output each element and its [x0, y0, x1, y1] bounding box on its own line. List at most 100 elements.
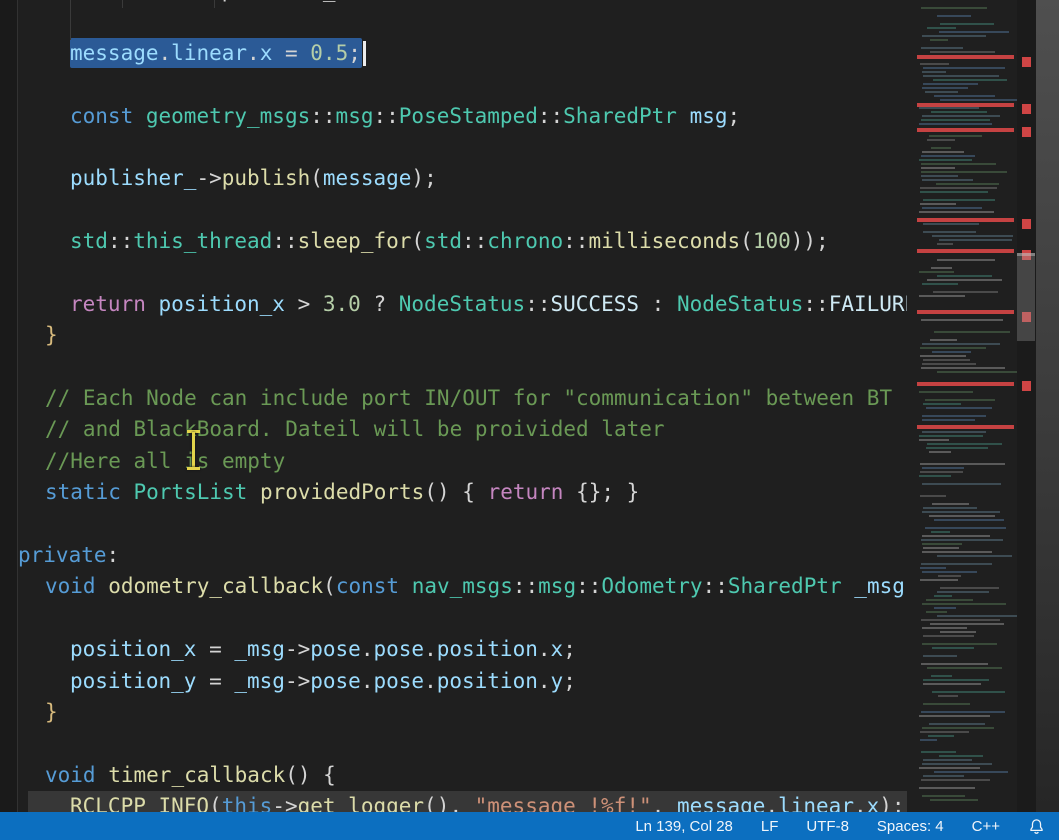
- code-line[interactable]: return position_x > 3.0 ? NodeStatus::SU…: [0, 289, 907, 320]
- scrollbar-thumb[interactable]: [1017, 253, 1035, 341]
- code-line[interactable]: [0, 6, 907, 37]
- minimap-line: [922, 551, 992, 553]
- minimap-line: [932, 647, 974, 649]
- minimap-line: [923, 83, 978, 85]
- minimap-line: [922, 627, 967, 629]
- code-line[interactable]: // Each Node can include port IN/OUT for…: [0, 383, 907, 414]
- code-token: std: [424, 229, 462, 253]
- status-cursor-position[interactable]: Ln 139, Col 28: [635, 818, 733, 835]
- error-mark: [1022, 219, 1031, 229]
- code-token: [96, 574, 109, 598]
- code-line[interactable]: // and BlackBoard. Dateil will be proivi…: [0, 414, 907, 445]
- code-token: ->: [196, 166, 221, 190]
- code-token: msg: [538, 574, 576, 598]
- code-token: linear: [171, 41, 247, 65]
- code-token: return: [488, 480, 564, 504]
- code-line[interactable]: }: [0, 320, 907, 351]
- code-token: PortsList: [134, 480, 248, 504]
- minimap-line: [922, 343, 1000, 345]
- code-line[interactable]: [0, 69, 907, 100]
- code-line[interactable]: position_y = _msg->pose.pose.position.y;: [0, 666, 907, 697]
- code-token: private: [18, 543, 107, 567]
- minimap-error-line: [917, 55, 1014, 59]
- minimap-line: [940, 631, 976, 633]
- code-token: ::: [513, 574, 538, 598]
- code-line[interactable]: [0, 195, 907, 226]
- code-line[interactable]: }: [0, 697, 907, 728]
- code-token: {}; }: [563, 480, 639, 504]
- minimap-line: [923, 199, 995, 201]
- code-token: =: [196, 669, 234, 693]
- code-line[interactable]: private:: [0, 540, 907, 571]
- code-token: 100: [753, 229, 791, 253]
- minimap-line: [923, 67, 1005, 69]
- code-line[interactable]: void timer_callback() {: [0, 760, 907, 791]
- code-token: ::: [803, 292, 828, 316]
- code-token: ::: [462, 229, 487, 253]
- code-token: () {: [424, 480, 487, 504]
- code-token: ::: [525, 292, 550, 316]
- minimap-line: [923, 403, 961, 405]
- minimap-line: [927, 443, 1002, 445]
- minimap-line: [929, 451, 951, 453]
- code-line[interactable]: [0, 258, 907, 289]
- code-token: .: [538, 637, 551, 661]
- status-eol[interactable]: LF: [761, 818, 779, 835]
- code-line[interactable]: std::this_thread::sleep_for(std::chrono:…: [0, 226, 907, 257]
- code-line[interactable]: [0, 603, 907, 634]
- minimap-line: [937, 259, 995, 261]
- minimap-line: [937, 243, 953, 245]
- minimap-line: [930, 39, 948, 41]
- code-line[interactable]: const geometry_msgs::msg::PoseStamped::S…: [0, 101, 907, 132]
- code-token: .: [424, 637, 437, 661]
- status-indentation[interactable]: Spaces: 4: [877, 818, 944, 835]
- code-line[interactable]: [0, 352, 907, 383]
- minimap-line: [937, 371, 1017, 373]
- code-line[interactable]: message.linear.x = 0.5;: [0, 38, 907, 69]
- code-line[interactable]: [0, 132, 907, 163]
- minimap-line: [929, 135, 982, 137]
- notifications-bell-icon[interactable]: [1028, 818, 1045, 835]
- code-token: msg: [336, 104, 374, 128]
- code-token: //Here all is empty: [45, 449, 285, 473]
- code-token: "message !%f!": [475, 794, 652, 812]
- code-token: SharedPtr: [728, 574, 842, 598]
- code-line[interactable]: void odometry_callback(const nav_msgs::m…: [0, 571, 907, 602]
- code-token: geometry_msgs: [146, 104, 310, 128]
- code-token: position: [437, 669, 538, 693]
- code-line[interactable]: static PortsList providedPorts() { retur…: [0, 477, 907, 508]
- minimap[interactable]: [917, 0, 1017, 812]
- code-line[interactable]: //Here all is empty: [0, 446, 907, 477]
- minimap-line: [930, 799, 978, 801]
- minimap-line: [930, 623, 1004, 625]
- minimap-line: [934, 771, 1008, 773]
- minimap-line: [938, 575, 961, 577]
- status-language[interactable]: C++: [972, 818, 1000, 835]
- code-line[interactable]: [0, 509, 907, 540]
- code-token: ::: [576, 574, 601, 598]
- minimap-line: [921, 663, 988, 665]
- status-encoding[interactable]: UTF-8: [806, 818, 849, 835]
- minimap-line: [938, 695, 958, 697]
- code-token: >: [285, 292, 323, 316]
- code-token: msg: [690, 104, 728, 128]
- code-token: publisher_: [70, 166, 196, 190]
- minimap-line: [939, 239, 1012, 241]
- code-token: ::: [108, 229, 133, 253]
- code-token: // Each Node can include port IN/OUT for…: [45, 386, 892, 410]
- minimap-line: [920, 731, 969, 733]
- minimap-line: [925, 399, 995, 401]
- minimap-line: [931, 675, 952, 677]
- code-editor[interactable]: position_x));message.linear.x = 0.5;cons…: [0, 0, 907, 812]
- minimap-line: [922, 483, 1001, 485]
- minimap-line: [934, 95, 995, 97]
- minimap-line: [932, 351, 971, 353]
- code-line[interactable]: position_x = _msg->pose.pose.position.x;: [0, 634, 907, 665]
- code-token: [842, 574, 855, 598]
- code-line[interactable]: [0, 728, 907, 759]
- code-token: [399, 574, 412, 598]
- code-token: ::: [373, 104, 398, 128]
- minimap-line: [920, 63, 949, 65]
- code-line[interactable]: publisher_->publish(message);: [0, 163, 907, 194]
- code-line[interactable]: RCLCPP_INFO(this->get_logger(), "message…: [0, 791, 907, 812]
